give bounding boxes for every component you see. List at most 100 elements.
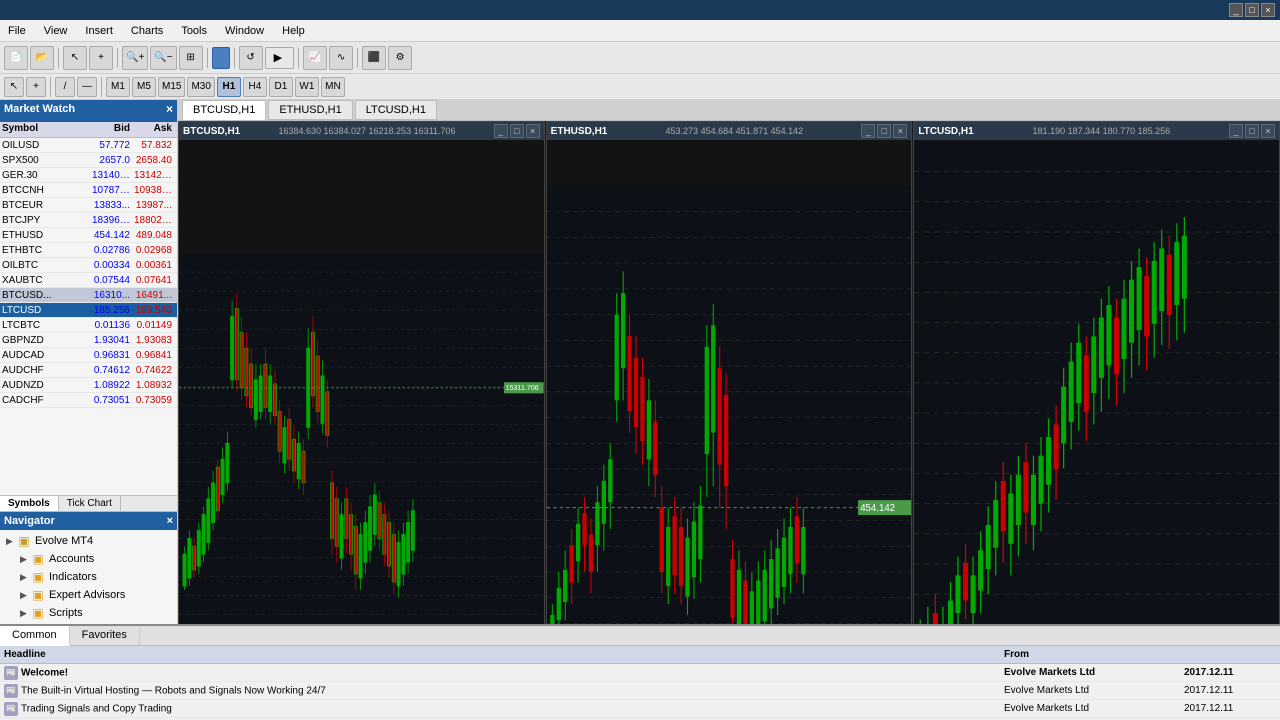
chart-btcusd-restore[interactable]: □ xyxy=(510,124,524,138)
mw-row-spx500[interactable]: SPX500 2657.0 2658.40 xyxy=(0,153,177,168)
mw-ask: 0.00361 xyxy=(132,260,174,271)
mw-row-ltcbtc[interactable]: LTCBTC 0.01136 0.01149 xyxy=(0,318,177,333)
menu-charts[interactable]: Charts xyxy=(127,23,167,39)
indicators-btn[interactable]: ∿ xyxy=(329,46,353,70)
chart-ethusd: ETHUSD,H1 453.273 454.684 451.871 454.14… xyxy=(546,121,913,624)
mw-symbol: BTCCNH xyxy=(0,185,90,196)
autotrading-button[interactable]: ▶ xyxy=(265,47,294,69)
menu-view[interactable]: View xyxy=(40,23,72,39)
new-order-button[interactable] xyxy=(212,47,230,69)
period-m1[interactable]: M1 xyxy=(106,77,130,97)
mw-row-btceur[interactable]: BTCEUR 13833... 13987... xyxy=(0,198,177,213)
market-watch-close[interactable]: × xyxy=(166,102,173,116)
folder-icon: ▣ xyxy=(16,533,32,549)
chart-ethusd-close[interactable]: × xyxy=(893,124,907,138)
mw-row-cadchf[interactable]: CADCHF 0.73051 0.73059 xyxy=(0,393,177,408)
menu-window[interactable]: Window xyxy=(221,23,268,39)
market-watch-tabs: Symbols Tick Chart xyxy=(0,495,177,511)
chart-tab-btcusd[interactable]: BTCUSD,H1 xyxy=(182,100,266,120)
open-btn[interactable]: 📂 xyxy=(30,46,54,70)
chart-tab-ltcusd[interactable]: LTCUSD,H1 xyxy=(355,100,437,120)
mw-bid: 13833... xyxy=(90,200,132,211)
mw-row-audchf[interactable]: AUDCHF 0.74612 0.74622 xyxy=(0,363,177,378)
chart-zoom-btn[interactable]: ⊞ xyxy=(179,46,203,70)
mw-row-oilusd[interactable]: OILUSD 57.772 57.832 xyxy=(0,138,177,153)
mw-bid: 1.93041 xyxy=(90,335,132,346)
mw-row-ethbtc[interactable]: ETHBTC 0.02786 0.02968 xyxy=(0,243,177,258)
close-btn[interactable]: × xyxy=(1261,3,1275,17)
menu-bar: File View Insert Charts Tools Window Hel… xyxy=(0,20,1280,42)
mw-tab-symbols[interactable]: Symbols xyxy=(0,496,59,511)
mw-row-audcad[interactable]: AUDCAD 0.96831 0.96841 xyxy=(0,348,177,363)
menu-insert[interactable]: Insert xyxy=(81,23,117,39)
nav-item-scripts[interactable]: ▶ ▣ Scripts xyxy=(2,604,175,622)
new-chart-btn[interactable]: 📄 xyxy=(4,46,28,70)
bottom-tab-common[interactable]: Common xyxy=(0,626,70,646)
menu-file[interactable]: File xyxy=(4,23,30,39)
period-m5[interactable]: M5 xyxy=(132,77,156,97)
mw-row-ethusd[interactable]: ETHUSD 454.142 489.048 xyxy=(0,228,177,243)
refresh-btn[interactable]: ↺ xyxy=(239,46,263,70)
mw-row-gbpnzd[interactable]: GBPNZD 1.93041 1.93083 xyxy=(0,333,177,348)
bottom-tabs-bar: Common Favorites xyxy=(0,626,1280,646)
maximize-btn[interactable]: □ xyxy=(1245,3,1259,17)
chart-ethusd-minimize[interactable]: _ xyxy=(861,124,875,138)
chart-btcusd-title: BTCUSD,H1 xyxy=(183,126,240,137)
news-headline: 📰The Built-in Virtual Hosting — Robots a… xyxy=(0,684,1000,698)
nav-item-expert-advisors[interactable]: ▶ ▣ Expert Advisors xyxy=(2,586,175,604)
period-m30[interactable]: M30 xyxy=(187,77,214,97)
news-row[interactable]: 📰The Built-in Virtual Hosting — Robots a… xyxy=(0,682,1280,700)
terminal-btn[interactable]: ⬛ xyxy=(362,46,386,70)
line-tool-btn[interactable]: / xyxy=(55,77,75,97)
bottom-tab-favorites[interactable]: Favorites xyxy=(70,626,140,645)
minimize-btn[interactable]: _ xyxy=(1229,3,1243,17)
options-btn[interactable]: ⚙ xyxy=(388,46,412,70)
navigator-close[interactable]: × xyxy=(167,515,173,527)
main-area: Market Watch × Symbol Bid Ask OILUSD 57.… xyxy=(0,100,1280,624)
chart-ltcusd-minimize[interactable]: _ xyxy=(1229,124,1243,138)
mw-row-btcusd[interactable]: BTCUSD... 16310... 16491... xyxy=(0,288,177,303)
period-w1[interactable]: W1 xyxy=(295,77,319,97)
period-mn[interactable]: MN xyxy=(321,77,345,97)
menu-help[interactable]: Help xyxy=(278,23,309,39)
nav-item-evolve-mt4[interactable]: ▶ ▣ Evolve MT4 xyxy=(2,532,175,550)
mw-tab-tick-chart[interactable]: Tick Chart xyxy=(59,496,121,511)
chart-ltcusd-close[interactable]: × xyxy=(1261,124,1275,138)
news-row[interactable]: 📰Trading Signals and Copy Trading Evolve… xyxy=(0,700,1280,718)
news-row[interactable]: 📰Welcome! Evolve Markets Ltd 2017.12.11 xyxy=(0,664,1280,682)
menu-tools[interactable]: Tools xyxy=(177,23,211,39)
crosshair-btn2[interactable]: + xyxy=(26,77,46,97)
mw-ask: 13142.48 xyxy=(132,170,174,181)
period-m15[interactable]: M15 xyxy=(158,77,185,97)
chart-btcusd-svg: 15311.706 xyxy=(179,140,544,624)
mw-bid: 2657.0 xyxy=(90,155,132,166)
chart-btcusd-close[interactable]: × xyxy=(526,124,540,138)
nav-item-indicators[interactable]: ▶ ▣ Indicators xyxy=(2,568,175,586)
crosshair-btn[interactable]: + xyxy=(89,46,113,70)
hline-tool-btn[interactable]: — xyxy=(77,77,97,97)
mw-row-ltcusd[interactable]: LTCUSD 185.256 189.546 xyxy=(0,303,177,318)
mw-row-btccnh[interactable]: BTCCNH 107874... 109385... xyxy=(0,183,177,198)
chart-ltcusd-restore[interactable]: □ xyxy=(1245,124,1259,138)
mw-row-ger30[interactable]: GER.30 13140.48 13142.48 xyxy=(0,168,177,183)
zoom-out-btn[interactable]: 🔍− xyxy=(150,46,176,70)
zoom-in-btn[interactable]: 🔍+ xyxy=(122,46,148,70)
mw-row-oilbtc[interactable]: OILBTC 0.00334 0.00361 xyxy=(0,258,177,273)
period-d1[interactable]: D1 xyxy=(269,77,293,97)
news-from: Evolve Markets Ltd xyxy=(1000,667,1180,678)
toolbar-periods: ↖ + / — M1 M5 M15 M30 H1 H4 D1 W1 MN xyxy=(0,74,1280,100)
navigator-header: Navigator × xyxy=(0,512,177,530)
arrow-tool-btn[interactable]: ↖ xyxy=(63,46,87,70)
mw-bid: 13140.48 xyxy=(90,170,132,181)
mw-row-btcjpy[interactable]: BTCJPY 1839604 1880268 xyxy=(0,213,177,228)
chart-ethusd-restore[interactable]: □ xyxy=(877,124,891,138)
nav-item-accounts[interactable]: ▶ ▣ Accounts xyxy=(2,550,175,568)
chart-btcusd-minimize[interactable]: _ xyxy=(494,124,508,138)
period-h4[interactable]: H4 xyxy=(243,77,267,97)
cursor-btn[interactable]: ↖ xyxy=(4,77,24,97)
mw-row-xaubtc[interactable]: XAUBTC 0.07544 0.07641 xyxy=(0,273,177,288)
period-h1[interactable]: H1 xyxy=(217,77,241,97)
line-studies-btn[interactable]: 📈 xyxy=(303,46,327,70)
chart-tab-ethusd[interactable]: ETHUSD,H1 xyxy=(268,100,352,120)
mw-row-audnzd[interactable]: AUDNZD 1.08922 1.08932 xyxy=(0,378,177,393)
